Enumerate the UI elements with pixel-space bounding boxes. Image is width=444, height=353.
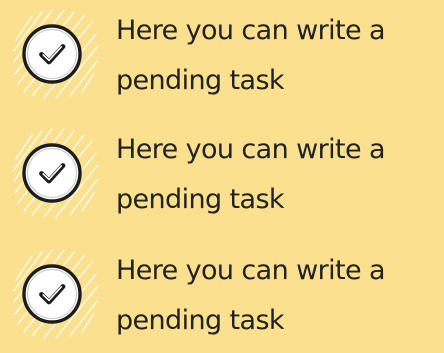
check-circle-icon <box>4 4 100 100</box>
check-circle-icon <box>4 123 100 219</box>
task-item: Here you can write a pending task <box>0 0 444 110</box>
task-item: Here you can write a pending task <box>0 240 444 350</box>
task-text: Here you can write a pending task <box>116 255 386 336</box>
task-list: Here you can write a pending task Here y… <box>0 0 444 353</box>
task-text: Here you can write a pending task <box>116 15 386 96</box>
task-text: Here you can write a pending task <box>116 134 386 215</box>
task-item: Here you can write a pending task <box>0 119 444 229</box>
check-circle-icon <box>4 244 100 340</box>
